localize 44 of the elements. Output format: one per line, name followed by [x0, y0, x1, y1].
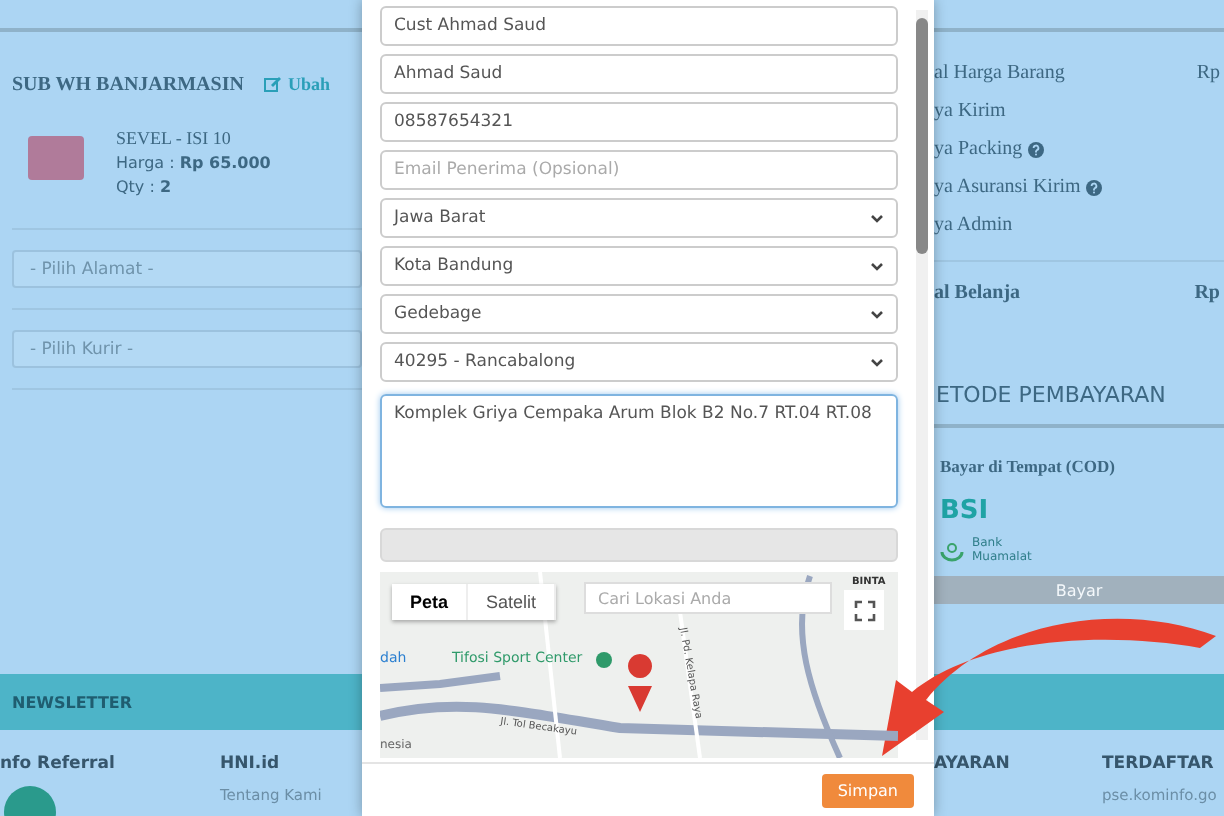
product-qty: Qty : 2 [116, 178, 174, 196]
chevron-down-icon [870, 309, 884, 319]
dropdown-select[interactable]: 40295 - Rancabalong [380, 342, 898, 382]
summary-label: ya Kirim [934, 100, 1006, 122]
dropdown-select[interactable]: Gedebage [380, 294, 898, 334]
fullscreen-button[interactable] [844, 590, 884, 630]
map-pin-icon [628, 654, 652, 712]
text-input[interactable]: Ahmad Saud [380, 54, 898, 94]
text-input[interactable]: 08587654321 [380, 102, 898, 142]
footer-heading: TERDAFTAR [1102, 754, 1216, 774]
help-icon [1086, 179, 1103, 195]
newsletter-title: NEWSLETTER [12, 693, 133, 711]
chevron-down-icon [870, 213, 884, 223]
store-name: SUB WH BANJARMASIN [12, 73, 244, 95]
product-name: SEVEL - ISI 10 [116, 128, 233, 148]
fullscreen-icon [853, 599, 875, 621]
summary-label: al Harga Barang [934, 62, 1065, 84]
footer-heading: nfo Referral [0, 754, 117, 774]
location-search-field[interactable]: Cari Lokasi Anda [584, 582, 832, 614]
place-marker-icon [596, 652, 612, 668]
summary-label: ya Asuransi Kirim [934, 176, 1081, 198]
dropdown-select[interactable]: Jawa Barat [380, 198, 898, 238]
map-tab[interactable]: Peta [392, 584, 469, 620]
address-textarea[interactable]: Komplek Griya Cempaka Arum Blok B2 No.7 RT.04 RT.08 [380, 394, 898, 508]
payment-option[interactable]: Bayar di Tempat (COD) [940, 456, 1224, 476]
map-tab[interactable]: Satelit [468, 584, 557, 620]
product-photo-placeholder [28, 136, 84, 180]
footer-heading: HNI.id [220, 754, 282, 774]
text-input[interactable]: Cust Ahmad Saud [380, 6, 898, 46]
help-icon [1028, 141, 1045, 157]
product-price: Harga : Rp 65.000 [116, 154, 271, 172]
summary-value: Rp [1196, 62, 1220, 84]
chevron-down-icon [870, 357, 884, 367]
dropdown-select[interactable]: Kota Bandung [380, 246, 898, 286]
total-label: al Belanja [934, 281, 1021, 303]
footer-heading: AYARAN [934, 754, 1012, 774]
scrollbar[interactable] [916, 10, 928, 740]
summary-label: ya Admin [934, 214, 1013, 236]
chevron-down-icon [870, 261, 884, 271]
edit-icon [263, 75, 282, 93]
leaf-logo-icon [940, 541, 964, 562]
text-input[interactable]: Email Penerima (Opsional) [380, 150, 898, 190]
summary-label: ya Packing [934, 138, 1023, 160]
total-value: Rp [1194, 281, 1220, 303]
